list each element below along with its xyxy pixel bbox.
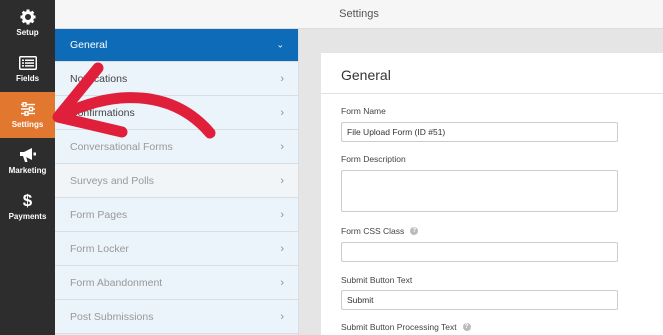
general-settings-panel: General Form Name Form Description Form … (321, 53, 663, 335)
settings-nav-label: General (70, 39, 108, 51)
form-description-label-text: Form Description (341, 154, 406, 164)
sidebar-item-marketing[interactable]: Marketing (0, 138, 55, 184)
settings-nav-form-locker[interactable]: Form Locker › (55, 232, 298, 266)
form-description-textarea[interactable] (341, 170, 618, 212)
sidebar-item-setup[interactable]: Setup (0, 0, 55, 46)
chevron-right-icon: › (280, 310, 284, 323)
settings-nav-notifications[interactable]: Notifications › (55, 62, 298, 96)
settings-nav-form-pages[interactable]: Form Pages › (55, 198, 298, 232)
settings-nav-label: Conversational Forms (70, 140, 173, 153)
chevron-right-icon: › (280, 276, 284, 289)
chevron-right-icon: › (280, 208, 284, 221)
submit-processing-text-label: Submit Button Processing Text? (341, 322, 471, 332)
form-css-class-label-text: Form CSS Class (341, 226, 405, 236)
settings-nav-post-submissions[interactable]: Post Submissions › (55, 300, 298, 334)
sliders-icon (19, 101, 37, 117)
form-description-label: Form Description (341, 154, 406, 164)
sidebar-item-label: Marketing (8, 166, 47, 175)
settings-content: General Form Name Form Description Form … (299, 29, 663, 335)
divider (321, 93, 663, 94)
settings-nav-label: Confirmations (70, 106, 135, 119)
fields-list-icon (18, 55, 37, 71)
settings-nav-label: Notifications (70, 72, 128, 85)
sidebar-item-label: Setup (16, 28, 39, 37)
form-name-input[interactable] (341, 122, 618, 142)
chevron-right-icon: › (280, 106, 284, 119)
dollar-icon: $ (22, 191, 33, 210)
gear-icon (19, 9, 37, 25)
submit-button-text-label: Submit Button Text (341, 275, 412, 285)
settings-nav-general[interactable]: General ⌄ (55, 29, 298, 62)
submit-button-text-input[interactable] (341, 290, 618, 310)
page-title: Settings (339, 8, 379, 20)
chevron-right-icon: › (280, 174, 284, 187)
settings-nav-label: Form Locker (70, 242, 129, 255)
settings-nav-label: Form Pages (70, 208, 128, 221)
settings-nav-label: Form Abandonment (70, 276, 163, 289)
settings-nav-surveys-and-polls[interactable]: Surveys and Polls › (55, 164, 298, 198)
sidebar-item-label: Settings (11, 120, 44, 129)
chevron-right-icon: › (280, 140, 284, 153)
settings-nav-form-abandonment[interactable]: Form Abandonment › (55, 266, 298, 300)
sidebar-item-payments[interactable]: $ Payments (0, 184, 55, 230)
settings-nav-confirmations[interactable]: Confirmations › (55, 96, 298, 130)
help-icon[interactable]: ? (462, 323, 471, 331)
sidebar-item-settings[interactable]: Settings (0, 92, 55, 138)
top-header: Settings (55, 0, 663, 29)
chevron-down-icon: ⌄ (276, 39, 284, 50)
submit-processing-text-label-text: Submit Button Processing Text (341, 322, 457, 332)
settings-nav-conversational-forms[interactable]: Conversational Forms › (55, 130, 298, 164)
settings-nav-label: Surveys and Polls (70, 174, 155, 187)
chevron-right-icon: › (280, 242, 284, 255)
settings-nav-label: Post Submissions (70, 310, 154, 323)
chevron-right-icon: › (280, 72, 284, 85)
sidebar-item-fields[interactable]: Fields (0, 46, 55, 92)
form-css-class-label: Form CSS Class? (341, 226, 419, 236)
sidebar-item-label: Payments (8, 212, 47, 221)
form-name-label-text: Form Name (341, 106, 386, 116)
sidebar-item-label: Fields (15, 74, 40, 83)
settings-section-nav: General ⌄ Notifications › Confirmations … (55, 29, 299, 335)
builder-sidebar: Setup Fields Settings Marketing $ Paymen… (0, 0, 55, 335)
panel-title: General (341, 67, 391, 83)
form-css-class-input[interactable] (341, 242, 618, 262)
submit-button-text-label-text: Submit Button Text (341, 275, 413, 285)
help-icon[interactable]: ? (410, 227, 419, 235)
megaphone-icon (19, 147, 37, 163)
form-name-label: Form Name (341, 106, 386, 116)
